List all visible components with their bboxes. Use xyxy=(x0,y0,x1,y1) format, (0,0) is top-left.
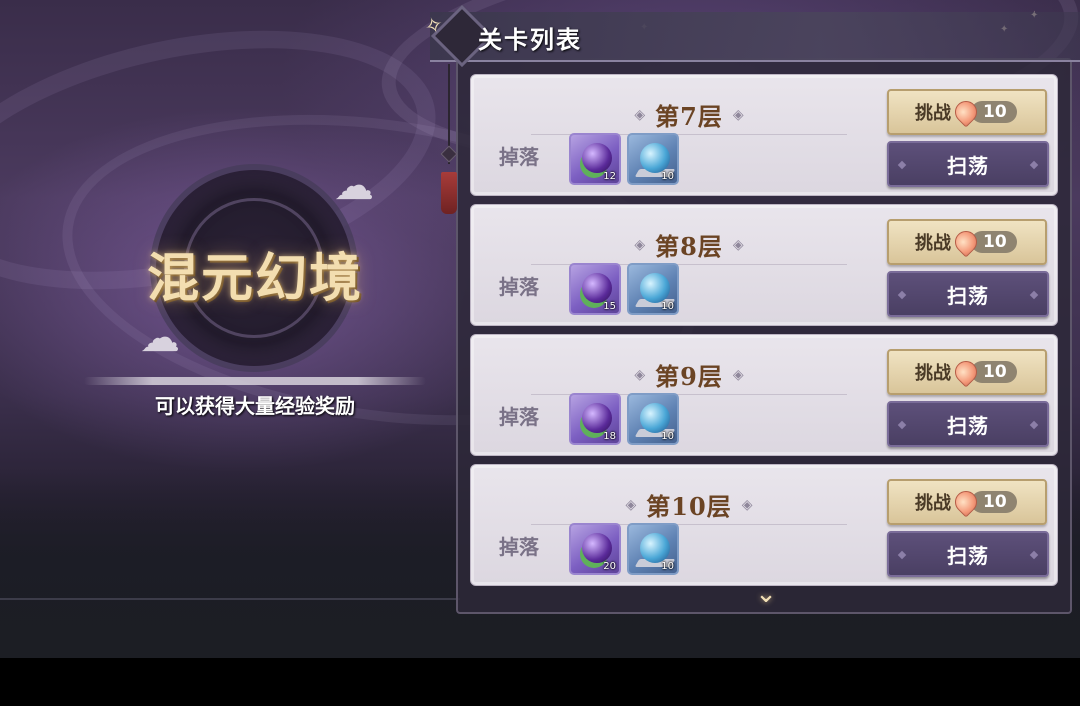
purple-orb-icon[interactable]: 12 xyxy=(569,133,621,185)
challenge-cost: 10 xyxy=(971,491,1017,513)
cloud-ornament-icon: ☁ xyxy=(140,315,180,361)
challenge-cost: 10 xyxy=(971,101,1017,123)
drop-label: 掉落 xyxy=(499,145,539,169)
blue-crystal-icon[interactable]: 10 xyxy=(627,523,679,575)
panel-title: 关卡列表 xyxy=(478,25,582,54)
sweep-button[interactable]: 扫荡 xyxy=(887,531,1049,577)
orb-shape xyxy=(582,403,612,433)
dungeon-title: 混元幻境 xyxy=(146,248,363,309)
challenge-label: 挑战 xyxy=(915,233,951,254)
blue-crystal-icon[interactable]: 10 xyxy=(627,393,679,445)
sweep-label: 扫荡 xyxy=(947,543,989,568)
diamond-ornament-icon xyxy=(897,160,907,170)
level-name-row: ◈ 第9层 ◈ xyxy=(531,355,847,395)
diamond-ornament-icon xyxy=(897,290,907,300)
cloud-ornament-icon: ☁ xyxy=(334,163,374,209)
challenge-label: 挑战 xyxy=(915,493,951,514)
drop-label: 掉落 xyxy=(499,275,539,299)
divider xyxy=(0,598,460,600)
item-count: 20 xyxy=(603,561,616,572)
challenge-cost: 10 xyxy=(971,231,1017,253)
level-list[interactable]: ◈ 第7层 ◈ 掉落 12 10 挑战 10 扫荡 ◈ 第8层 ◈ 掉落 15 … xyxy=(462,62,1066,610)
diamond-ornament-icon xyxy=(1029,550,1039,560)
purple-orb-icon[interactable]: 15 xyxy=(569,263,621,315)
sweep-label: 扫荡 xyxy=(947,283,989,308)
item-count: 10 xyxy=(661,561,674,572)
level-card: ◈ 第10层 ◈ 掉落 20 10 挑战 10 扫荡 xyxy=(470,464,1058,586)
tassel-icon xyxy=(441,172,457,214)
orb-shape xyxy=(582,143,612,173)
item-count: 10 xyxy=(661,171,674,182)
orb-shape xyxy=(640,273,670,303)
challenge-button[interactable]: 挑战 10 xyxy=(887,479,1047,525)
chevron-down-icon[interactable]: ⌄ xyxy=(744,581,788,607)
diamond-ornament-icon xyxy=(897,550,907,560)
sweep-button[interactable]: 扫荡 xyxy=(887,401,1049,447)
diamond-ornament-icon xyxy=(897,420,907,430)
diamond-ornament-icon: ◈ xyxy=(732,366,744,383)
diamond-ornament-icon: ◈ xyxy=(732,236,744,253)
blue-crystal-icon[interactable]: 10 xyxy=(627,133,679,185)
sweep-button[interactable]: 扫荡 xyxy=(887,141,1049,187)
purple-orb-icon[interactable]: 20 xyxy=(569,523,621,575)
level-card: ◈ 第8层 ◈ 掉落 15 10 挑战 10 扫荡 xyxy=(470,204,1058,326)
item-count: 15 xyxy=(603,301,616,312)
diamond-ornament-icon: ◈ xyxy=(634,366,646,383)
diamond-ornament-icon xyxy=(1029,290,1039,300)
sweep-button[interactable]: 扫荡 xyxy=(887,271,1049,317)
level-card: ◈ 第9层 ◈ 掉落 18 10 挑战 10 扫荡 xyxy=(470,334,1058,456)
drop-label: 掉落 xyxy=(499,405,539,429)
blue-crystal-icon[interactable]: 10 xyxy=(627,263,679,315)
level-name-row: ◈ 第10层 ◈ xyxy=(531,485,847,525)
item-count: 18 xyxy=(603,431,616,442)
diamond-ornament-icon: ◈ xyxy=(732,106,744,123)
level-name-row: ◈ 第8层 ◈ xyxy=(531,225,847,265)
level-name: 第8层 xyxy=(655,232,723,261)
challenge-label: 挑战 xyxy=(915,363,951,384)
level-name: 第7层 xyxy=(655,102,723,131)
challenge-button[interactable]: 挑战 10 xyxy=(887,349,1047,395)
level-name: 第9层 xyxy=(655,362,723,391)
orb-shape xyxy=(640,143,670,173)
diamond-ornament-icon: ◈ xyxy=(741,496,753,513)
orb-shape xyxy=(582,533,612,563)
sweep-label: 扫荡 xyxy=(947,413,989,438)
challenge-button[interactable]: 挑战 10 xyxy=(887,89,1047,135)
dungeon-subtitle: 可以获得大量经验奖励 xyxy=(155,394,355,418)
diamond-ornament-icon: ◈ xyxy=(634,236,646,253)
subtitle-divider xyxy=(84,377,426,385)
challenge-cost: 10 xyxy=(971,361,1017,383)
level-name-row: ◈ 第7层 ◈ xyxy=(531,95,847,135)
item-count: 10 xyxy=(661,431,674,442)
diamond-ornament-icon: ◈ xyxy=(625,496,637,513)
orb-shape xyxy=(582,273,612,303)
purple-orb-icon[interactable]: 18 xyxy=(569,393,621,445)
drop-label: 掉落 xyxy=(499,535,539,559)
orb-shape xyxy=(640,533,670,563)
item-count: 10 xyxy=(661,301,674,312)
sweep-label: 扫荡 xyxy=(947,153,989,178)
diamond-ornament-icon: ◈ xyxy=(634,106,646,123)
challenge-button[interactable]: 挑战 10 xyxy=(887,219,1047,265)
challenge-label: 挑战 xyxy=(915,103,951,124)
diamond-ornament-icon xyxy=(1029,160,1039,170)
diamond-ornament-icon xyxy=(1029,420,1039,430)
level-name: 第10层 xyxy=(646,492,732,521)
orb-shape xyxy=(640,403,670,433)
item-count: 12 xyxy=(603,171,616,182)
level-card: ◈ 第7层 ◈ 掉落 12 10 挑战 10 扫荡 xyxy=(470,74,1058,196)
